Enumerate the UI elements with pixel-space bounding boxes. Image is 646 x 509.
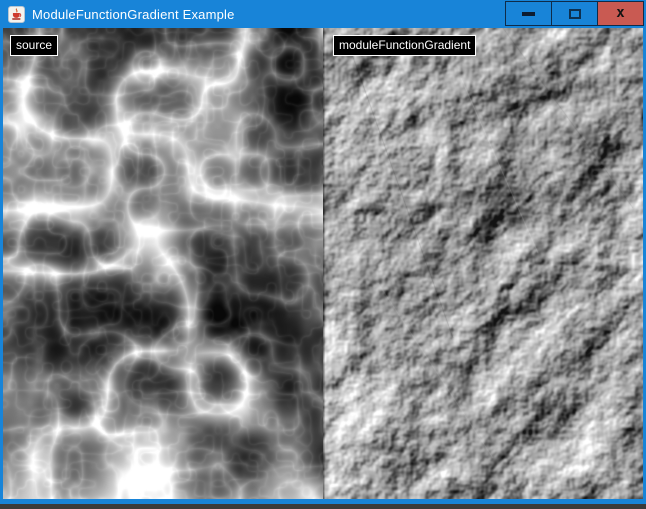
window-controls: x: [506, 1, 644, 26]
titlebar[interactable]: ModuleFunctionGradient Example x: [0, 0, 646, 28]
java-coffee-cup-icon: [10, 8, 23, 21]
maximize-icon: [569, 9, 581, 19]
source-label: source: [10, 35, 58, 56]
minimize-icon: [522, 12, 535, 16]
taskbar-edge: [0, 504, 646, 509]
module-function-gradient-label: moduleFunctionGradient: [333, 35, 476, 56]
java-app-icon[interactable]: [8, 6, 25, 23]
close-button[interactable]: x: [597, 1, 644, 26]
minimize-button[interactable]: [505, 1, 552, 26]
module-function-gradient-image: [323, 28, 643, 499]
source-image: [3, 28, 323, 499]
image-panel-container: source moduleFunctionGradient: [3, 28, 643, 499]
maximize-button[interactable]: [551, 1, 598, 26]
window-title: ModuleFunctionGradient Example: [32, 7, 235, 22]
window-border-left[interactable]: [0, 28, 3, 504]
close-icon: x: [616, 6, 624, 20]
